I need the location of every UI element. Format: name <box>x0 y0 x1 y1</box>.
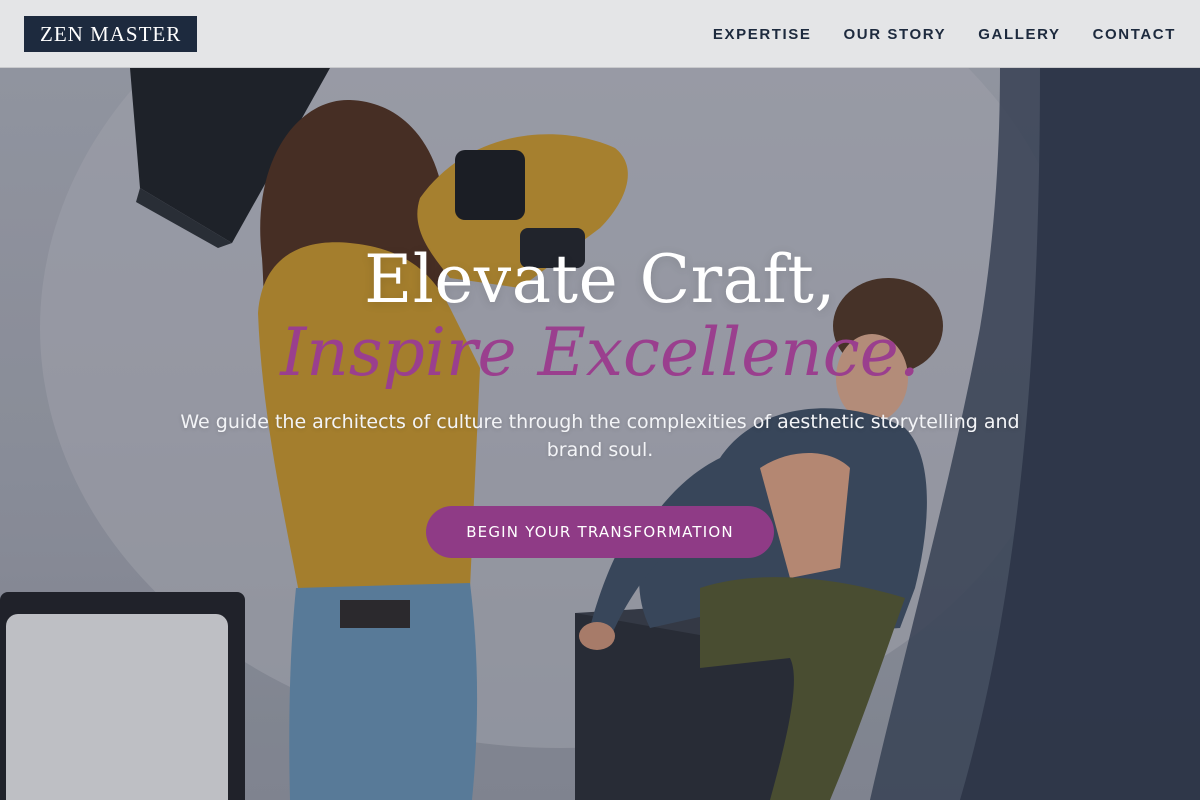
begin-transformation-button[interactable]: BEGIN YOUR TRANSFORMATION <box>426 506 774 558</box>
hero-subtitle: We guide the architects of culture throu… <box>180 411 1020 461</box>
nav-link-contact[interactable]: CONTACT <box>1093 26 1176 43</box>
nav-link-gallery[interactable]: GALLERY <box>978 26 1060 43</box>
hero-section: Elevate Craft, Inspire Excellence. We gu… <box>0 68 1200 800</box>
main-nav: EXPERTISE OUR STORY GALLERY CONTACT <box>713 0 1176 68</box>
hero-content: Elevate Craft, Inspire Excellence. We gu… <box>0 68 1200 800</box>
hero-headline-line-2: Inspire Excellence. <box>280 314 920 391</box>
site-header: ZEN MASTER EXPERTISE OUR STORY GALLERY C… <box>0 0 1200 68</box>
nav-link-expertise[interactable]: EXPERTISE <box>713 26 812 43</box>
logo[interactable]: ZEN MASTER <box>24 16 198 52</box>
hero-headline-line-1: Elevate Craft, <box>364 241 836 318</box>
nav-link-our-story[interactable]: OUR STORY <box>844 26 947 43</box>
